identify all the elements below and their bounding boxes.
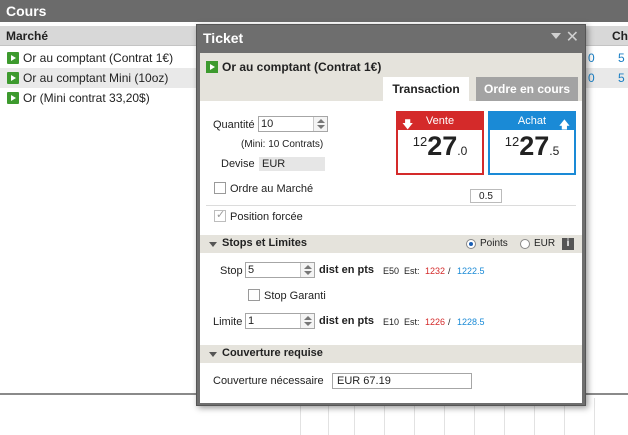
chevron-down-icon[interactable] — [209, 242, 217, 247]
limite-est-buy: 1228.5 — [457, 317, 485, 327]
devise-label: Devise — [221, 158, 255, 170]
stops-limites-section-header[interactable]: Stops et Limites Points EUR — [200, 235, 582, 253]
arrow-up-icon[interactable] — [317, 119, 325, 123]
chevron-down-icon[interactable] — [209, 352, 217, 357]
quantite-input[interactable] — [259, 117, 313, 131]
achat-price: 1227.5 — [490, 131, 574, 162]
tab-transaction[interactable]: Transaction — [383, 77, 469, 101]
market-name: Or au comptant Mini (10oz) — [23, 71, 169, 85]
stop-garanti-checkbox[interactable] — [248, 289, 260, 301]
tab-ordre-en-cours[interactable]: Ordre en cours — [476, 77, 578, 101]
ticket-title: Ticket — [203, 30, 244, 46]
vente-price-decimal: .0 — [457, 144, 468, 158]
grid-line — [594, 398, 595, 435]
arrow-down-icon[interactable] — [317, 125, 325, 129]
stop-est-sell: 1232 — [425, 266, 446, 276]
couverture-title: Couverture requise — [222, 347, 323, 359]
play-icon[interactable] — [7, 92, 19, 104]
stops-limites-title: Stops et Limites — [222, 237, 307, 249]
close-icon[interactable]: ✕ — [566, 27, 579, 47]
vente-price: 1227.0 — [398, 131, 482, 162]
arrow-down-icon[interactable] — [304, 271, 312, 275]
eur-label: EUR — [534, 238, 556, 249]
achat-button[interactable]: Achat 🡅 1227.5 — [488, 111, 576, 175]
cours-title: Cours — [0, 0, 628, 22]
market-value: 0 — [588, 51, 595, 65]
position-forcee-label: Position forcée — [230, 211, 303, 223]
column-header-ch[interactable]: Ch — [612, 29, 628, 43]
market-value: 0 — [588, 71, 595, 85]
position-forcee-checkbox[interactable] — [214, 208, 226, 222]
play-icon[interactable] — [7, 52, 19, 64]
min-note: (Mini: 10 Contrats) — [241, 139, 324, 150]
arrow-down-icon[interactable] — [304, 322, 312, 326]
limite-dist-label: dist en pts — [319, 315, 375, 327]
chevron-down-icon[interactable] — [551, 33, 561, 39]
couverture-label: Couverture nécessaire — [213, 375, 324, 387]
couverture-section-header[interactable]: Couverture requise — [200, 345, 582, 363]
quantite-label: Quantité — [213, 119, 255, 131]
vente-price-prefix: 12 — [412, 134, 428, 149]
vente-price-main: 27 — [427, 131, 458, 161]
stepper-arrows[interactable] — [300, 314, 314, 328]
est-separator: / — [448, 317, 451, 327]
limite-label: Limite — [213, 316, 243, 328]
est-separator: / — [448, 266, 451, 276]
achat-price-decimal: .5 — [549, 144, 560, 158]
quantite-stepper[interactable] — [258, 116, 328, 132]
stop-est-label: Est: — [404, 266, 420, 276]
stepper-arrows[interactable] — [300, 263, 314, 277]
instrument-bar: Or au comptant (Contrat 1€) Transaction … — [200, 53, 582, 101]
stop-label: Stop — [220, 265, 243, 277]
market-change: 5 — [618, 51, 625, 65]
stepper-arrows[interactable] — [313, 117, 327, 131]
vente-button[interactable]: 🡇 Vente 1227.0 — [396, 111, 484, 175]
vente-label: Vente — [425, 115, 455, 127]
ordre-marche-checkbox[interactable] — [214, 182, 226, 194]
eur-radio[interactable] — [520, 239, 530, 249]
achat-label: Achat — [517, 115, 547, 127]
spread-value: 0.5 — [470, 189, 502, 203]
achat-header: Achat 🡅 — [490, 113, 574, 131]
stop-garanti-label: Stop Garanti — [264, 290, 326, 302]
ordre-marche-label: Ordre au Marché — [230, 183, 314, 195]
devise-value: EUR — [259, 157, 325, 171]
couverture-value: EUR 67.19 — [332, 373, 472, 389]
market-change: 5 — [618, 71, 625, 85]
limite-stepper[interactable] — [245, 313, 315, 329]
play-icon[interactable] — [7, 72, 19, 84]
stop-est-buy: 1222.5 — [457, 266, 485, 276]
info-icon[interactable]: i — [562, 238, 574, 250]
column-header-marche[interactable]: Marché — [6, 29, 48, 43]
market-name: Or (Mini contrat 33,20$) — [23, 91, 150, 105]
limite-est-label: Est: — [404, 317, 420, 327]
arrow-up-icon[interactable] — [304, 265, 312, 269]
play-icon — [206, 61, 218, 73]
limite-input[interactable] — [246, 314, 300, 328]
achat-price-prefix: 12 — [504, 134, 520, 149]
market-name: Or au comptant (Contrat 1€) — [23, 51, 174, 65]
achat-price-main: 27 — [519, 131, 550, 161]
stop-input[interactable] — [246, 263, 300, 277]
divider — [206, 205, 576, 206]
points-label: Points — [480, 238, 508, 249]
instrument-name: Or au comptant (Contrat 1€) — [222, 60, 382, 74]
ticket-body: Or au comptant (Contrat 1€) Transaction … — [200, 53, 582, 403]
points-radio[interactable] — [466, 239, 476, 249]
limite-code: E10 — [383, 317, 400, 327]
limite-est-sell: 1226 — [425, 317, 446, 327]
vente-header: 🡇 Vente — [398, 113, 482, 131]
stop-code: E50 — [383, 266, 400, 276]
ticket-window[interactable]: Ticket ✕ Or au comptant (Contrat 1€) Tra… — [196, 24, 586, 406]
stop-dist-label: dist en pts — [319, 264, 375, 276]
stop-stepper[interactable] — [245, 262, 315, 278]
arrow-up-icon[interactable] — [304, 316, 312, 320]
